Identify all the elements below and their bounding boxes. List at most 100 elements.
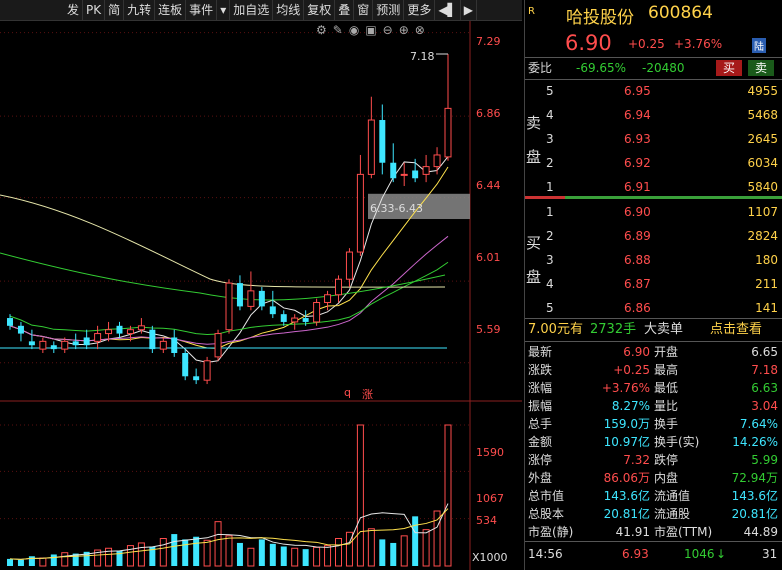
down-arrow-icon: ↓ [716, 547, 727, 561]
big-order-type: 大卖单 [644, 322, 684, 337]
toolbar-item[interactable]: 事件 [186, 0, 218, 20]
stat-value: +0.25 [613, 363, 650, 377]
sell-button[interactable]: 卖 [748, 60, 774, 76]
toolbar-item[interactable]: 窗 [354, 0, 374, 20]
buy-button[interactable]: 买 [716, 60, 742, 76]
stat-value: 143.6亿 [603, 489, 650, 503]
candle-body [116, 325, 123, 334]
tick-count: 31 [762, 547, 778, 561]
order-book-row[interactable]: 5 6.86 141 [528, 300, 778, 317]
candle-body [258, 290, 265, 307]
stat-label: 最新 [528, 345, 553, 359]
candle-body [291, 317, 299, 323]
order-volume: 4955 [747, 84, 778, 98]
stat-value: 7.18 [751, 363, 778, 377]
volume-bar [203, 539, 211, 567]
toolbar-item[interactable]: 简 [105, 0, 125, 20]
toolbar-item[interactable]: PK [83, 0, 106, 20]
stat-value: 5.99 [751, 453, 778, 467]
toolbar-item[interactable]: ▶ [461, 0, 478, 20]
big-order-price: 7.00元有 [528, 322, 583, 337]
zoom-in-icon[interactable]: ⊕ [399, 23, 409, 37]
zhang-mark: 涨 [362, 388, 373, 401]
candle-body [367, 119, 375, 175]
buy-depth-bar [565, 196, 782, 199]
brush-icon[interactable]: ✎ [333, 23, 343, 37]
toolbar-item[interactable]: 更多 [404, 0, 436, 20]
price-axis-label: 6.86 [476, 107, 501, 120]
candle-body [356, 173, 364, 253]
order-level: 3 [546, 132, 554, 146]
zoom-out-icon[interactable]: ⊖ [383, 23, 393, 37]
stat-label: 振幅 [528, 399, 553, 413]
toolbar-item[interactable]: 预测 [373, 0, 405, 20]
candle-body [61, 340, 69, 350]
order-book-row[interactable]: 4 6.94 5468 [528, 107, 778, 124]
price-axis-label: 7.29 [476, 35, 501, 48]
volume-bar [61, 552, 69, 567]
toolbar-item[interactable]: 连板 [155, 0, 187, 20]
volume-unit-label: X1000 [472, 551, 508, 564]
stat-value: 7.32 [623, 453, 650, 467]
toolbar-item[interactable]: ◀▌ [435, 0, 461, 20]
toolbar-item[interactable]: 叠 [335, 0, 355, 20]
order-book-row[interactable]: 3 6.88 180 [528, 252, 778, 269]
candle-body [137, 325, 145, 331]
order-price: 6.91 [624, 180, 651, 194]
order-book-row[interactable]: 2 6.89 2824 [528, 228, 778, 245]
toolbar-item[interactable]: 复权 [304, 0, 336, 20]
order-book-row[interactable]: 1 6.91 5840 [528, 179, 778, 196]
tick-time: 14:56 [528, 547, 563, 561]
order-book-row[interactable]: 1 6.90 1107 [528, 204, 778, 221]
tick-volume: 1046 [684, 547, 715, 561]
toolbar-item[interactable]: 均线 [273, 0, 305, 20]
screen-icon[interactable]: ▣ [365, 23, 376, 37]
order-price: 6.95 [624, 84, 651, 98]
eye-icon[interactable]: ◉ [349, 23, 359, 37]
gear-icon[interactable]: ⚙ [316, 23, 327, 37]
candle-body [313, 302, 321, 323]
toolbar-item[interactable]: 发 [64, 0, 84, 20]
volume-bar [422, 529, 430, 567]
toolbar-item[interactable]: 加自选 [230, 0, 274, 20]
candle-body [324, 294, 332, 304]
stat-label: 总股本 [528, 507, 565, 521]
order-book-row[interactable]: 4 6.87 211 [528, 276, 778, 293]
stat-value: 44.89 [743, 525, 778, 539]
candle-body [159, 340, 167, 350]
order-volume: 5840 [747, 180, 778, 194]
volume-bar [356, 424, 364, 567]
order-book-row[interactable]: 2 6.92 6034 [528, 155, 778, 172]
stat-row: 市盈(静) 41.91 市盈(TTM) 44.89 [528, 524, 778, 541]
toolbar-item[interactable]: 九转 [124, 0, 156, 20]
order-book-row[interactable]: 5 6.95 4955 [528, 83, 778, 100]
big-order-link[interactable]: 点击查看 [710, 321, 762, 338]
volume-bar [313, 546, 321, 567]
candle-body [422, 166, 430, 175]
order-level: 4 [546, 277, 554, 291]
toolbar-item[interactable]: ▾ [217, 0, 231, 20]
volume-bar [400, 535, 408, 567]
candle-body [94, 333, 102, 342]
stat-label: 市盈(TTM) [654, 525, 713, 539]
stat-value: 6.63 [751, 381, 778, 395]
candle-body [280, 314, 287, 322]
order-price: 6.93 [624, 132, 651, 146]
stat-row: 总市值 143.6亿 流通值 143.6亿 [528, 488, 778, 505]
volume-bar [159, 538, 167, 567]
close-icon[interactable]: ⊗ [415, 23, 425, 37]
stat-label: 跌停 [654, 453, 679, 467]
price-axis-label: 5.59 [476, 323, 501, 336]
volume-axis-label: 534 [476, 514, 497, 527]
candle-body [444, 107, 452, 158]
order-price: 6.90 [624, 205, 651, 219]
candle-body [171, 337, 178, 353]
order-book-row[interactable]: 3 6.93 2645 [528, 131, 778, 148]
volume-bar [269, 543, 276, 566]
volume-bar [291, 547, 299, 567]
volume-bar [379, 539, 386, 566]
candle-body [269, 306, 276, 315]
kline-chart[interactable] [0, 21, 522, 570]
order-ratio-diff: -20480 [642, 61, 685, 75]
stat-label: 涨跌 [528, 363, 553, 377]
